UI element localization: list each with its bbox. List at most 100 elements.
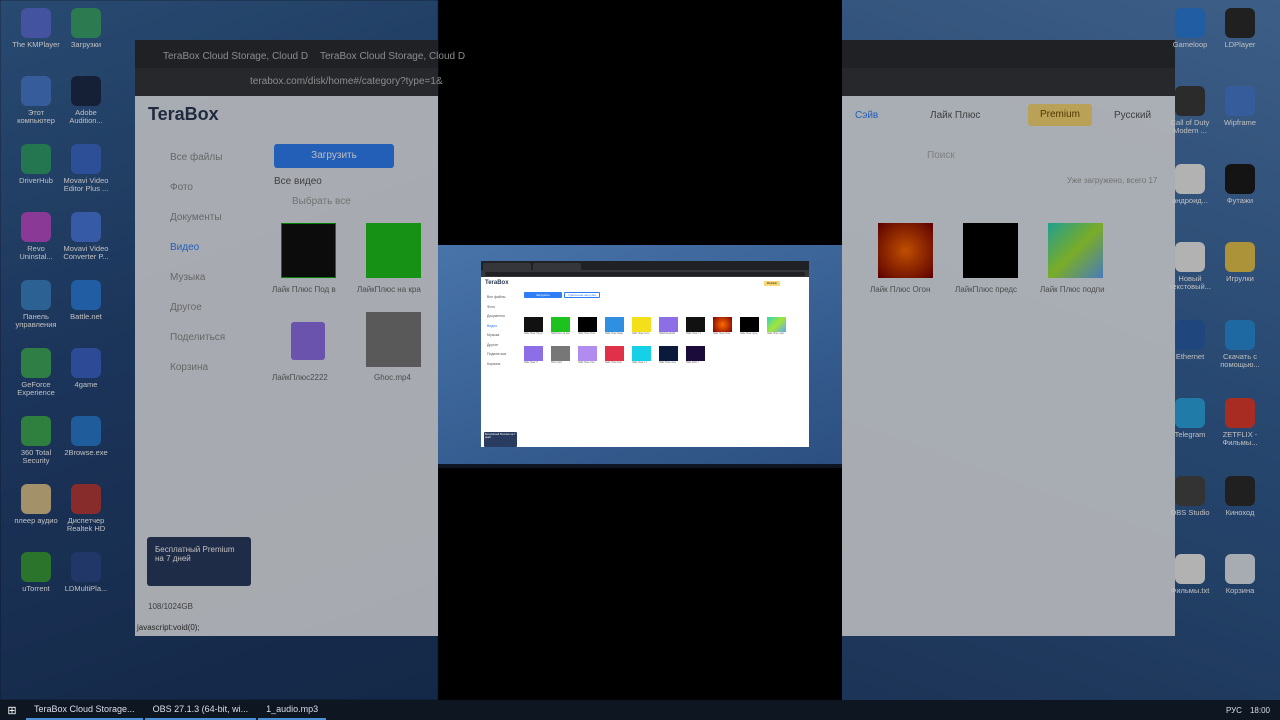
language-select[interactable]: Русский xyxy=(1114,110,1151,121)
desktop-icon[interactable]: ZETFLIX - Фильмы... xyxy=(1216,398,1264,448)
tab-terabox-1[interactable]: TeraBox Cloud Storage, Cloud D xyxy=(163,51,308,62)
video-thumb[interactable] xyxy=(366,223,421,278)
taskbar-item-audio[interactable]: 1_audio.mp3 xyxy=(258,700,327,720)
desktop-icon[interactable]: OBS Studio xyxy=(1166,476,1214,517)
inner-video-thumb[interactable] xyxy=(605,317,624,332)
sidebar-item-photo[interactable]: Фото xyxy=(170,182,193,193)
desktop-icon[interactable]: DriverHub xyxy=(12,144,60,185)
inner-video-thumb[interactable] xyxy=(551,317,570,332)
desktop-icon[interactable]: Revo Uninstal... xyxy=(12,212,60,262)
sidebar-item-music[interactable]: Музыка xyxy=(170,272,205,283)
desktop-icon[interactable]: Telegram xyxy=(1166,398,1214,439)
user-name[interactable]: Лайк Плюс xyxy=(930,110,980,121)
video-thumb[interactable] xyxy=(281,223,336,278)
desktop-icon[interactable]: андроид... xyxy=(1166,164,1214,205)
desktop-icon[interactable]: 360 Total Security xyxy=(12,416,60,466)
desktop-icon[interactable]: Ethernet xyxy=(1166,320,1214,361)
video-thumb[interactable] xyxy=(366,312,421,367)
desktop-icon[interactable]: Игрулки xyxy=(1216,242,1264,283)
desktop-icon[interactable]: Фильмы.txt xyxy=(1166,554,1214,595)
tab-terabox-2[interactable]: TeraBox Cloud Storage, Cloud D xyxy=(320,51,465,62)
inner-video-thumb[interactable] xyxy=(632,317,651,332)
select-all[interactable]: Выбрать все xyxy=(292,196,351,207)
inner-video-thumb[interactable] xyxy=(767,317,786,332)
desktop-icon[interactable]: плеер аудио xyxy=(12,484,60,525)
desktop-icon[interactable]: Gameloop xyxy=(1166,8,1214,49)
desktop-icon[interactable]: Новый текстовый... xyxy=(1166,242,1214,292)
inner-premium-promo[interactable]: Бесплатный Premium на 7 дней xyxy=(484,432,517,447)
tray-language[interactable]: РУС xyxy=(1226,706,1242,715)
inner-sidebar-item[interactable]: Видео xyxy=(487,322,506,332)
inner-sidebar-item[interactable]: Корзина xyxy=(487,360,506,370)
inner-video-thumb[interactable] xyxy=(524,317,543,332)
desktop-icon[interactable]: Adobe Audition... xyxy=(62,76,110,126)
desktop-icon[interactable]: Этот компьютер xyxy=(12,76,60,126)
sidebar-item-share[interactable]: Поделиться xyxy=(170,332,225,343)
desktop-icon[interactable]: The KMPlayer xyxy=(12,8,60,49)
inner-sidebar-item[interactable]: Музыка xyxy=(487,331,506,341)
inner-video-thumb[interactable] xyxy=(659,346,678,361)
windows-start-icon[interactable]: ⊞ xyxy=(0,700,24,720)
inner-video-thumb[interactable] xyxy=(524,346,543,361)
inner-sidebar-item[interactable]: Поделиться xyxy=(487,350,506,360)
desktop-icon[interactable]: Панель управления xyxy=(12,280,60,330)
inner-upload-button[interactable]: Загрузить xyxy=(524,292,562,298)
desktop-icon[interactable]: LDMultiPla... xyxy=(62,552,110,593)
sidebar-item-other[interactable]: Другое xyxy=(170,302,202,313)
inner-url[interactable] xyxy=(485,271,805,276)
premium-promo-banner[interactable]: Бесплатный Premium на 7 дней xyxy=(147,537,251,586)
inner-video-thumb[interactable] xyxy=(605,346,624,361)
tray-clock[interactable]: 18:00 xyxy=(1250,706,1270,715)
inner-sidebar-item[interactable]: Все файлы xyxy=(487,293,506,303)
inner-video-thumb[interactable] xyxy=(659,317,678,332)
desktop-icon[interactable]: Киноход xyxy=(1216,476,1264,517)
video-thumb[interactable] xyxy=(878,223,933,278)
desktop-icon[interactable]: Загрузки xyxy=(62,8,110,49)
inner-video-thumb[interactable] xyxy=(551,346,570,361)
inner-sidebar-item[interactable]: Документы xyxy=(487,312,506,322)
inner-video-thumb[interactable] xyxy=(632,346,651,361)
inner-sidebar-item[interactable]: Другое xyxy=(487,341,506,351)
sidebar-item-documents[interactable]: Документы xyxy=(170,212,222,223)
desktop-icon[interactable]: Movavi Video Editor Plus ... xyxy=(62,144,110,194)
search-placeholder[interactable]: Поиск xyxy=(927,150,955,161)
desktop-icon[interactable]: GeForce Experience xyxy=(12,348,60,398)
desktop-icon[interactable]: Call of Duty Modern ... xyxy=(1166,86,1214,136)
desktop-icon[interactable]: 4game xyxy=(62,348,110,389)
upload-button[interactable]: Загрузить xyxy=(274,144,394,168)
premium-button[interactable]: Premium xyxy=(1028,104,1092,126)
desktop-icon[interactable]: LDPlayer xyxy=(1216,8,1264,49)
desktop-icon[interactable]: Wipframe xyxy=(1216,86,1264,127)
inner-remote-upload-button[interactable]: Удаленная загрузка xyxy=(564,292,600,298)
inner-video-thumb[interactable] xyxy=(713,317,732,332)
desktop-icon[interactable]: Скачать с помощью... xyxy=(1216,320,1264,370)
taskbar-item-obs[interactable]: OBS 27.1.3 (64-bit, wi... xyxy=(144,700,257,720)
desktop-icon-label: Gameloop xyxy=(1172,40,1208,49)
inner-video-thumb[interactable] xyxy=(686,346,705,361)
sidebar-item-video[interactable]: Видео xyxy=(170,242,199,253)
inner-premium-button[interactable]: Premium xyxy=(764,281,780,286)
url-text[interactable]: terabox.com/disk/home#/category?type=1& xyxy=(250,76,443,87)
desktop-icon[interactable]: Battle.net xyxy=(62,280,110,321)
video-thumb[interactable] xyxy=(1048,223,1103,278)
desktop-icon[interactable]: 2Browse.exe xyxy=(62,416,110,457)
desktop-icon[interactable]: Диспетчер Realtek HD xyxy=(62,484,110,534)
inner-video-thumb[interactable] xyxy=(578,346,597,361)
desktop-icon[interactable]: Корзина xyxy=(1216,554,1264,595)
taskbar-item-terabox[interactable]: TeraBox Cloud Storage... xyxy=(26,700,143,720)
inner-video-thumb[interactable] xyxy=(578,317,597,332)
inner-tab[interactable] xyxy=(533,263,581,270)
desktop-icon[interactable]: Movavi Video Converter P... xyxy=(62,212,110,262)
inner-sidebar-item[interactable]: Фото xyxy=(487,303,506,313)
app-icon xyxy=(1175,398,1205,428)
save-link[interactable]: Сэйв xyxy=(855,110,878,121)
inner-video-thumb[interactable] xyxy=(740,317,759,332)
inner-video-thumb[interactable] xyxy=(686,317,705,332)
inner-tab[interactable] xyxy=(483,263,531,270)
sidebar-item-trash[interactable]: Корзина xyxy=(170,362,208,373)
sidebar-item-all-files[interactable]: Все файлы xyxy=(170,152,222,163)
video-file-icon[interactable] xyxy=(291,322,325,360)
desktop-icon[interactable]: uTorrent xyxy=(12,552,60,593)
video-thumb[interactable] xyxy=(963,223,1018,278)
desktop-icon[interactable]: Футажи xyxy=(1216,164,1264,205)
